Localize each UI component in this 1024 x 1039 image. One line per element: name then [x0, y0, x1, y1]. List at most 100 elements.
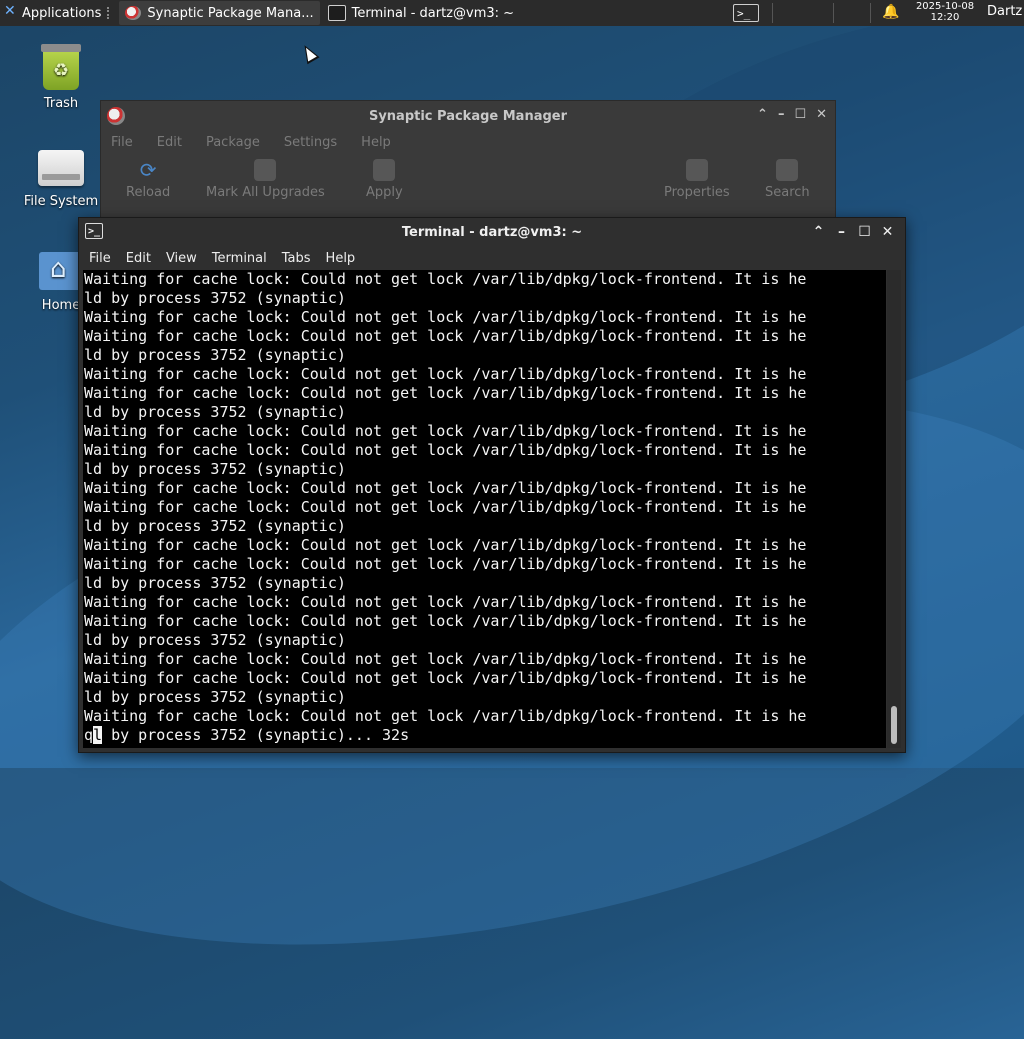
menu-help[interactable]: Help	[361, 135, 391, 150]
reload-button[interactable]: ⟳ Reload	[126, 159, 170, 200]
window-controls: ⌃ – ☐ ✕	[757, 107, 827, 122]
shade-icon[interactable]: ⌃	[807, 222, 830, 242]
terminal-line: ld by process 3752 (synaptic)	[84, 517, 346, 535]
restore-icon[interactable]: ☐	[794, 107, 806, 122]
text-cursor: l	[93, 726, 103, 744]
trash-icon	[39, 44, 83, 90]
scrollbar-thumb[interactable]	[891, 706, 897, 744]
taskbar-item-label: Terminal - dartz@vm3: ~	[351, 5, 515, 21]
clock[interactable]: 2025-10-08 12:20	[910, 1, 980, 23]
synaptic-titlebar[interactable]: Synaptic Package Manager ⌃ – ☐ ✕	[101, 101, 835, 131]
maximize-icon[interactable]: ⌃	[757, 107, 768, 122]
terminal-line: Waiting for cache lock: Could not get lo…	[84, 384, 807, 402]
desktop-icon-trash[interactable]: Trash	[16, 44, 106, 111]
synaptic-toolbar: ⟳ Reload Mark All Upgrades Apply Propert…	[101, 153, 835, 213]
terminal-line: Waiting for cache lock: Could not get lo…	[84, 612, 807, 630]
synaptic-window[interactable]: Synaptic Package Manager ⌃ – ☐ ✕ File Ed…	[100, 100, 836, 232]
terminal-line: Waiting for cache lock: Could not get lo…	[84, 555, 807, 573]
terminal-line: Waiting for cache lock: Could not get lo…	[84, 270, 807, 288]
terminal-line: ld by process 3752 (synaptic)	[84, 574, 346, 592]
minimize-icon[interactable]: –	[778, 107, 785, 122]
menu-file[interactable]: File	[111, 135, 133, 150]
window-title: Synaptic Package Manager	[368, 108, 568, 124]
maximize-icon[interactable]: ☐	[853, 222, 876, 242]
clock-date: 2025-10-08	[915, 1, 975, 12]
terminal-line: Waiting for cache lock: Could not get lo…	[84, 479, 807, 497]
drive-icon	[38, 150, 84, 186]
terminal-line: Waiting for cache lock: Could not get lo…	[84, 365, 807, 383]
terminal-line: ld by process 3752 (synaptic)	[84, 460, 346, 478]
taskbar-item-label: Synaptic Package Mana...	[147, 5, 314, 21]
terminal-line: Waiting for cache lock: Could not get lo…	[84, 327, 807, 345]
panel-separator	[870, 3, 871, 23]
taskbar-item-terminal[interactable]: Terminal - dartz@vm3: ~	[322, 1, 520, 25]
terminal-line: ld by process 3752 (synaptic)	[84, 346, 346, 364]
synaptic-icon	[107, 107, 125, 125]
terminal-line: Waiting for cache lock: Could not get lo…	[84, 498, 807, 516]
line-rest: by process 3752 (synaptic)... 32s	[102, 726, 410, 744]
tool-label: Properties	[664, 185, 730, 200]
terminal-line: Waiting for cache lock: Could not get lo…	[84, 593, 807, 611]
properties-button[interactable]: Properties	[664, 159, 730, 200]
synaptic-icon	[125, 6, 142, 20]
menu-view[interactable]: View	[166, 251, 197, 266]
menu-package[interactable]: Package	[206, 135, 260, 150]
tool-label: Search	[765, 185, 810, 200]
tool-label: Mark All Upgrades	[206, 185, 325, 200]
menu-edit[interactable]: Edit	[157, 135, 182, 150]
upgrade-icon	[254, 159, 277, 181]
terminal-line: Waiting for cache lock: Could not get lo…	[84, 650, 807, 668]
reload-icon: ⟳	[139, 158, 157, 182]
home-folder-icon	[39, 252, 83, 290]
window-controls: ⌃ – ☐ ✕	[807, 222, 899, 242]
tool-label: Apply	[366, 185, 403, 200]
minimize-icon[interactable]: –	[830, 222, 853, 242]
taskbar-item-synaptic[interactable]: Synaptic Package Mana...	[119, 1, 320, 25]
user-menu[interactable]: Dartz	[987, 4, 1022, 19]
terminal-line: ld by process 3752 (synaptic)	[84, 631, 346, 649]
terminal-line: Waiting for cache lock: Could not get lo…	[84, 422, 807, 440]
clock-time: 12:20	[930, 12, 960, 23]
apply-button[interactable]: Apply	[366, 159, 403, 200]
menu-edit[interactable]: Edit	[126, 251, 151, 266]
terminal-output[interactable]: Waiting for cache lock: Could not get lo…	[83, 270, 886, 748]
menu-tabs[interactable]: Tabs	[282, 251, 311, 266]
terminal-scrollbar[interactable]	[887, 270, 901, 748]
terminal-window[interactable]: >_ Terminal - dartz@vm3: ~ ⌃ – ☐ ✕ File …	[78, 217, 906, 753]
terminal-lines: Waiting for cache lock: Could not get lo…	[83, 270, 886, 726]
terminal-line: Waiting for cache lock: Could not get lo…	[84, 308, 807, 326]
search-icon	[776, 159, 799, 181]
close-icon[interactable]: ✕	[816, 107, 827, 122]
menu-settings[interactable]: Settings	[284, 135, 337, 150]
panel-separator	[107, 7, 115, 19]
terminal-line: Waiting for cache lock: Could not get lo…	[84, 536, 807, 554]
menu-file[interactable]: File	[89, 251, 111, 266]
close-icon[interactable]: ✕	[876, 222, 899, 242]
terminal-line: ld by process 3752 (synaptic)	[84, 403, 346, 421]
tool-label: Reload	[126, 185, 171, 200]
terminal-menubar: File Edit View Terminal Tabs Help	[79, 246, 905, 270]
terminal-line: Waiting for cache lock: Could not get lo…	[84, 441, 807, 459]
gear-icon	[373, 159, 396, 181]
menu-terminal[interactable]: Terminal	[212, 251, 267, 266]
desktop-icon-label: File System	[23, 194, 99, 209]
line-prefix: q	[84, 726, 94, 744]
synaptic-menubar: File Edit Package Settings Help	[101, 131, 835, 153]
terminal-launcher-icon[interactable]: >_	[733, 4, 759, 22]
top-panel: Applications Synaptic Package Mana... Te…	[0, 0, 1024, 26]
desktop-icon-file-system[interactable]: File System	[16, 150, 106, 209]
search-button[interactable]: Search	[765, 159, 810, 200]
panel-separator	[833, 3, 834, 23]
terminal-icon	[327, 5, 346, 21]
notification-bell-icon[interactable]: 🔔	[882, 4, 899, 20]
terminal-current-line: ql by process 3752 (synaptic)... 32s	[83, 726, 886, 745]
terminal-titlebar[interactable]: >_ Terminal - dartz@vm3: ~ ⌃ – ☐ ✕	[79, 218, 905, 246]
applications-menu[interactable]: Applications	[0, 0, 105, 26]
terminal-line: ld by process 3752 (synaptic)	[84, 688, 346, 706]
xfce-logo-icon	[4, 3, 18, 20]
terminal-icon: >_	[85, 223, 103, 239]
menu-help[interactable]: Help	[326, 251, 356, 266]
terminal-line: Waiting for cache lock: Could not get lo…	[84, 707, 807, 725]
mark-all-upgrades-button[interactable]: Mark All Upgrades	[206, 159, 325, 200]
terminal-line: ld by process 3752 (synaptic)	[84, 289, 346, 307]
